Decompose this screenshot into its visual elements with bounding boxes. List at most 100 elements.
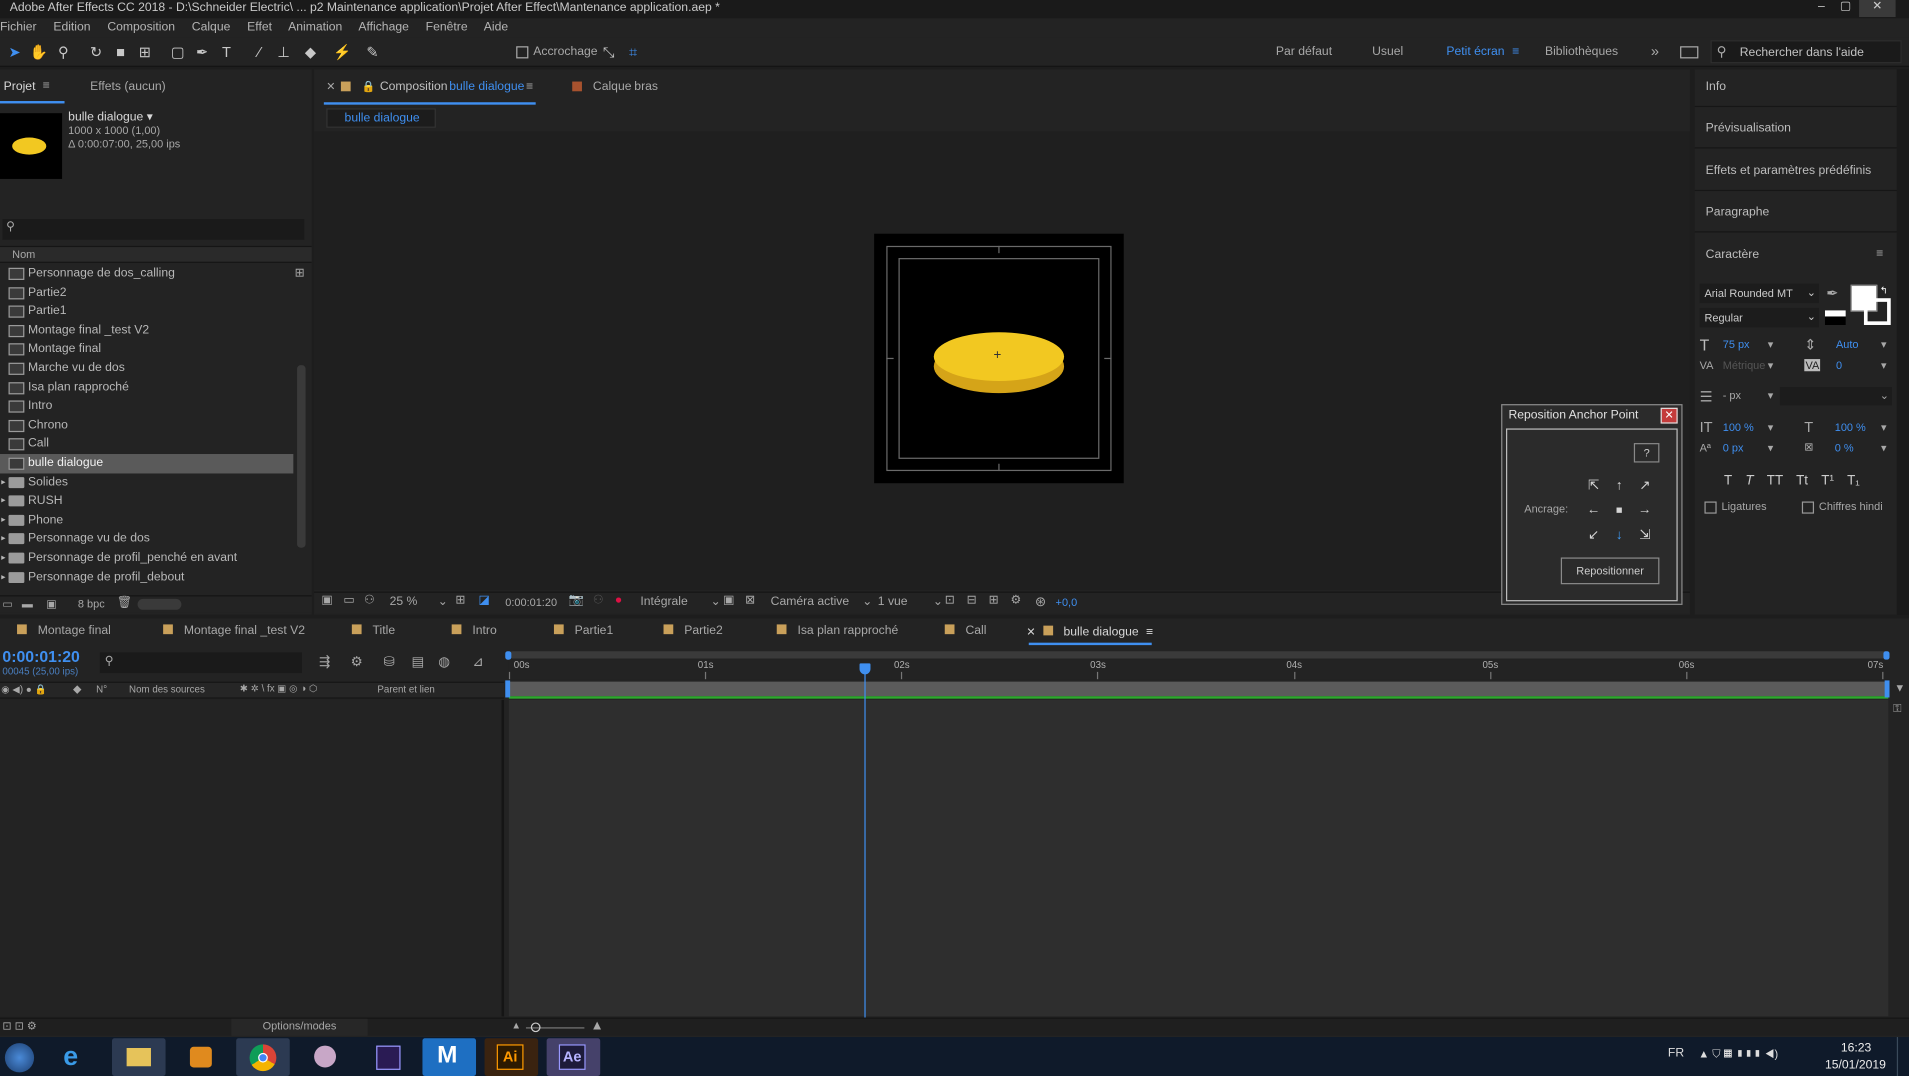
project-comp-item[interactable]: Montage final <box>0 340 293 359</box>
transparency-grid-icon[interactable]: ◪ <box>478 594 490 607</box>
sync-settings-icon[interactable] <box>1680 46 1699 59</box>
work-area-start-handle[interactable] <box>505 680 511 698</box>
menu-animation[interactable]: Animation <box>288 21 342 34</box>
windows-start-icon[interactable] <box>0 1039 39 1076</box>
internet-explorer-icon[interactable]: e <box>51 1038 105 1076</box>
chevron-down-icon[interactable]: ▾ <box>1768 442 1774 455</box>
av-switches-icons[interactable]: ◉ ◀) ● 🔒 <box>1 684 46 695</box>
anchor-top-left-icon[interactable]: ⇱ <box>1586 478 1601 493</box>
help-search-box[interactable]: ⚲ Rechercher dans l'aide <box>1710 40 1902 64</box>
project-comp-item[interactable]: Intro <box>0 397 293 416</box>
kerning-value[interactable]: Métrique <box>1723 359 1766 371</box>
lock-icon[interactable]: 🔒 <box>362 80 376 93</box>
tab-projet[interactable]: Projet <box>4 80 36 93</box>
project-scrollbar[interactable] <box>297 365 306 548</box>
project-comp-item[interactable]: Partie1 <box>0 302 293 321</box>
baseline-shift-value[interactable]: 0 px <box>1723 442 1744 454</box>
character-panel-header[interactable]: Caractère <box>1706 248 1759 261</box>
all-caps-button[interactable]: TT <box>1767 473 1783 488</box>
system-tray-icons[interactable]: ▲ ⛉ ▦ ▮▮▮ ◀) <box>1698 1048 1778 1061</box>
font-size-value[interactable]: 75 px <box>1723 338 1750 350</box>
timeline-tab-intro[interactable]: Intro <box>451 618 497 645</box>
workspace-usuel[interactable]: Usuel <box>1372 45 1403 58</box>
character-menu-icon[interactable]: ≡ <box>1876 247 1883 260</box>
color-swatch-mini[interactable] <box>1824 310 1846 325</box>
column-number[interactable]: N° <box>96 684 107 695</box>
region-of-interest-icon[interactable]: ⊞ <box>455 594 465 607</box>
anchor-left-icon[interactable]: ← <box>1586 503 1601 518</box>
layer-tab-prefix[interactable]: Calque <box>593 80 632 93</box>
selected-item-name[interactable]: bulle dialogue ▾ <box>68 111 153 124</box>
preview-panel-header[interactable]: Prévisualisation <box>1706 122 1791 135</box>
menu-aide[interactable]: Aide <box>484 21 508 34</box>
project-search-input[interactable]: ⚲ <box>2 219 305 240</box>
tracking-value[interactable]: 0 <box>1836 359 1842 371</box>
anchor-center-icon[interactable]: ■ <box>1612 503 1627 518</box>
menu-edition[interactable]: Edition <box>53 21 90 34</box>
timeline-search-input[interactable]: ⚲ <box>99 652 302 674</box>
anchor-point-crosshair[interactable]: + <box>993 349 1001 362</box>
snap-grid-icon[interactable]: ⌗ <box>623 43 642 62</box>
anchor-bottom-left-icon[interactable]: ↙ <box>1586 528 1601 543</box>
superscript-button[interactable]: T¹ <box>1821 473 1834 488</box>
expand-triangle-icon[interactable]: ▸ <box>1 549 5 567</box>
snapshot-icon[interactable]: 📷 <box>569 594 584 607</box>
always-preview-icon[interactable]: ▣ <box>321 594 333 607</box>
mask-visibility-icon[interactable]: ⚇ <box>364 594 375 607</box>
menu-fenetre[interactable]: Fenêtre <box>426 21 468 34</box>
toggle-switches-modes[interactable]: Options/modes <box>231 1018 368 1036</box>
zoom-out-icon[interactable]: ▲ <box>511 1020 521 1031</box>
color-channel-icon[interactable]: ● <box>615 594 622 607</box>
timeline-tab-montage-final[interactable]: Montage final <box>17 618 111 645</box>
font-family-dropdown[interactable]: Arial Rounded MT ⌄ <box>1699 283 1819 304</box>
workspace-default[interactable]: Par défaut <box>1276 45 1332 58</box>
thumbnail-slider[interactable] <box>137 598 182 610</box>
stroke-width-value[interactable]: - px <box>1723 390 1741 402</box>
bit-depth-label[interactable]: 8 bpc <box>78 598 105 610</box>
show-snapshot-icon[interactable]: ⚇ <box>593 594 604 607</box>
layer-list[interactable] <box>0 699 505 1017</box>
timeline-tab-partie1[interactable]: Partie1 <box>553 618 613 645</box>
eraser-tool-icon[interactable]: ◆ <box>301 43 320 62</box>
pixel-aspect-icon[interactable]: ⊠ <box>745 594 755 607</box>
comp-tab-name[interactable]: bulle dialogue <box>449 80 524 93</box>
clone-stamp-tool-icon[interactable]: ⊥ <box>274 43 293 62</box>
clock-time[interactable]: 16:23 <box>1841 1042 1871 1055</box>
timeline-tab-partie2[interactable]: Partie2 <box>663 618 723 645</box>
tsume-value[interactable]: 0 % <box>1835 442 1854 454</box>
after-effects-icon[interactable]: Ae <box>546 1038 601 1076</box>
clock-date[interactable]: 15/01/2019 <box>1825 1059 1886 1072</box>
subscript-button[interactable]: T₁ <box>1847 473 1860 488</box>
project-comp-item[interactable]: Chrono <box>0 416 293 435</box>
timeline-timecode[interactable]: 0:00:01:20 <box>2 648 79 666</box>
flowchart-comp-icon[interactable]: ⚙ <box>1011 594 1022 607</box>
chevron-down-icon[interactable]: ▾ <box>1768 359 1774 372</box>
brush-tool-icon[interactable]: ⁄ <box>250 43 269 62</box>
expand-triangle-icon[interactable]: ▸ <box>1 511 5 529</box>
chevron-down-icon[interactable]: ▾ <box>1881 421 1887 434</box>
project-menu-icon[interactable]: ≡ <box>43 79 50 92</box>
eyedropper-icon[interactable]: ✒ <box>1826 285 1838 302</box>
project-comp-item[interactable]: Isa plan rapproché <box>0 378 293 397</box>
reposition-button[interactable]: Repositionner <box>1560 557 1660 585</box>
more-workspaces-icon[interactable]: » <box>1651 43 1659 60</box>
work-area-navigator[interactable] <box>508 651 1890 659</box>
pen-tool-icon[interactable]: ✒ <box>192 43 211 62</box>
exposure-value[interactable]: +0,0 <box>1056 596 1078 608</box>
toggle-pixel-icon[interactable]: ⊡ <box>945 594 955 607</box>
illustrator-icon[interactable]: Ai <box>484 1038 539 1076</box>
chevron-down-icon[interactable]: ▾ <box>1768 338 1774 351</box>
zoom-in-icon[interactable]: ▲ <box>590 1019 603 1034</box>
selection-tool-icon[interactable]: ➤ <box>5 43 24 62</box>
leading-value[interactable]: Auto <box>1836 338 1859 350</box>
monitor-icon[interactable]: ▭ <box>343 594 355 607</box>
help-search-input[interactable]: Rechercher dans l'aide <box>1740 46 1864 59</box>
workspace-menu-icon[interactable]: ≡ <box>1512 45 1519 58</box>
media-player-icon[interactable] <box>174 1038 228 1076</box>
playhead-handle[interactable] <box>859 663 871 675</box>
language-indicator[interactable]: FR <box>1668 1047 1684 1060</box>
new-folder-icon[interactable]: ▬ <box>22 598 33 610</box>
menu-fichier[interactable]: Fichier <box>0 21 37 34</box>
right-panel-scrollbar[interactable] <box>1896 69 1909 615</box>
comp-canvas[interactable]: + <box>874 233 1124 484</box>
